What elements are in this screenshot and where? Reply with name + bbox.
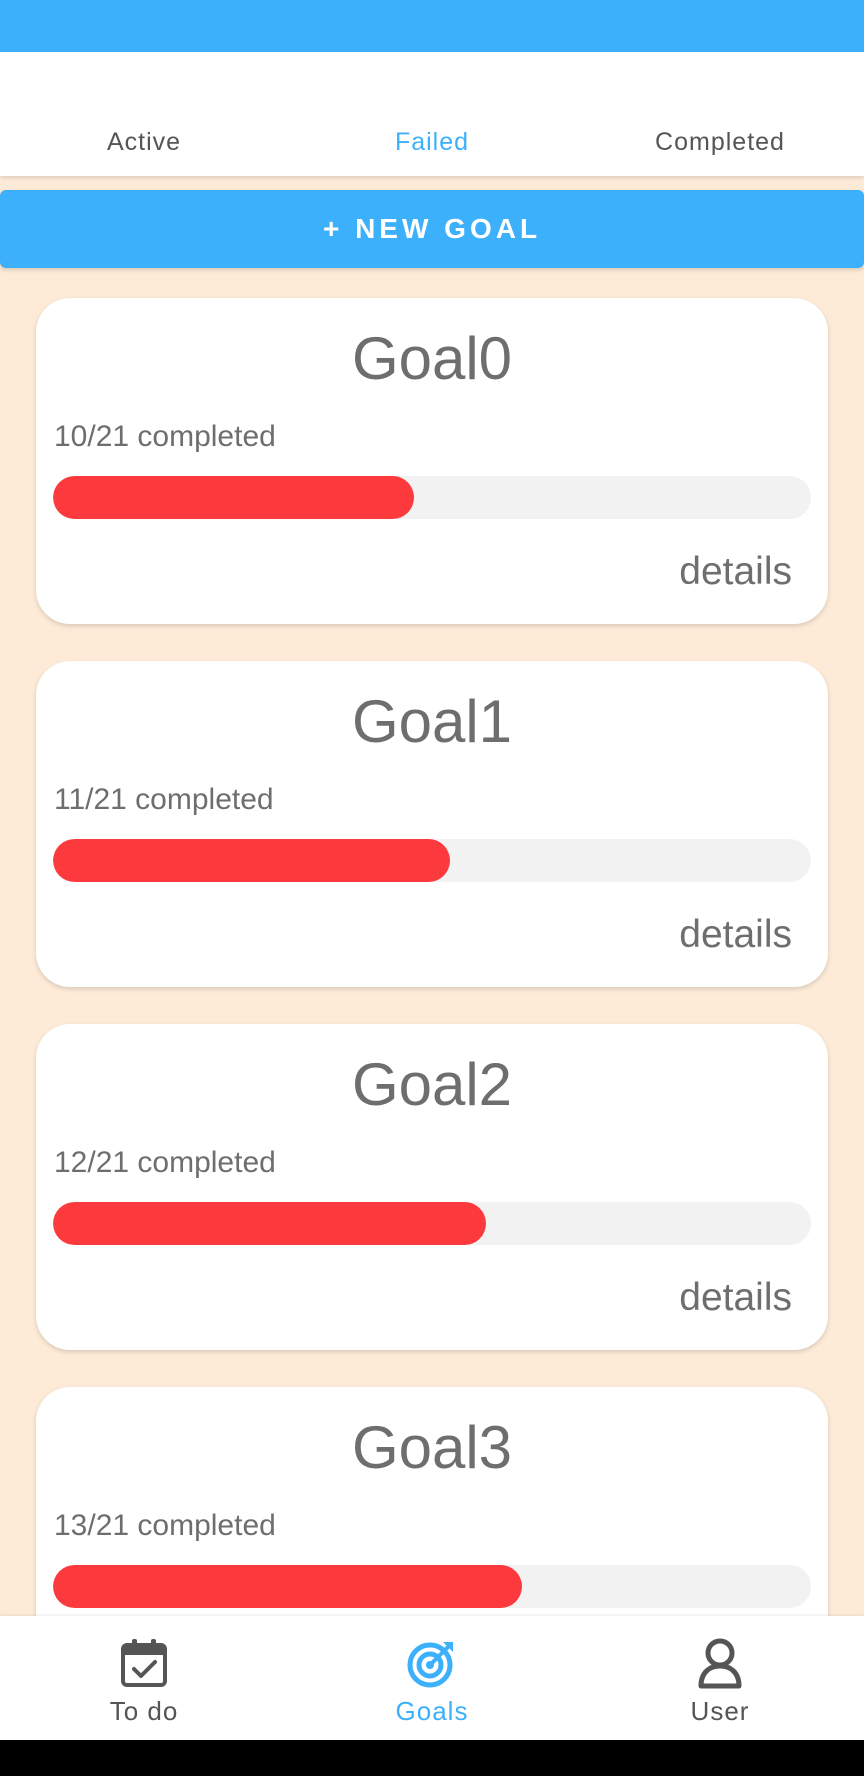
nav-label: User bbox=[690, 1696, 750, 1726]
new-goal-button[interactable]: + NEW GOAL bbox=[0, 190, 864, 268]
details-button[interactable]: details bbox=[679, 913, 792, 957]
tab-failed[interactable]: Failed bbox=[288, 128, 576, 157]
bottom-nav: To do Goals User bbox=[0, 1616, 864, 1740]
nav-user[interactable]: User bbox=[576, 1616, 864, 1740]
goal-list[interactable]: Goal0 10/21 completed details Goal1 11/2… bbox=[0, 268, 864, 1616]
progress-bar bbox=[53, 476, 811, 519]
goal-title: Goal0 bbox=[351, 325, 513, 392]
details-button[interactable]: details bbox=[679, 1276, 792, 1320]
tab-active[interactable]: Active bbox=[0, 128, 288, 157]
progress-bar bbox=[53, 1565, 811, 1608]
goal-count: 13/21 completed bbox=[54, 1509, 276, 1542]
user-icon bbox=[698, 1638, 742, 1689]
goal-card: Goal0 10/21 completed details bbox=[36, 298, 828, 624]
goal-card: Goal3 13/21 completed details bbox=[36, 1387, 828, 1616]
progress-fill bbox=[53, 839, 451, 882]
nav-todo[interactable]: To do bbox=[0, 1616, 288, 1740]
goal-card: Goal1 11/21 completed details bbox=[36, 661, 828, 987]
goal-count: 10/21 completed bbox=[54, 420, 276, 453]
goal-title: Goal3 bbox=[351, 1414, 513, 1481]
details-button[interactable]: details bbox=[679, 550, 792, 594]
goal-card: Goal2 12/21 completed details bbox=[36, 1024, 828, 1350]
progress-fill bbox=[53, 476, 414, 519]
goal-title: Goal1 bbox=[351, 688, 513, 755]
calendar-check-icon bbox=[121, 1639, 167, 1687]
progress-fill bbox=[53, 1565, 523, 1608]
target-icon bbox=[407, 1642, 453, 1688]
progress-bar bbox=[53, 1202, 811, 1245]
progress-bar bbox=[53, 839, 811, 882]
status-bar bbox=[0, 0, 864, 52]
goal-count: 12/21 completed bbox=[54, 1146, 276, 1179]
nav-goals[interactable]: Goals bbox=[288, 1616, 576, 1740]
nav-label: Goals bbox=[395, 1696, 469, 1726]
goal-title: Goal2 bbox=[351, 1051, 513, 1118]
tab-completed[interactable]: Completed bbox=[576, 128, 864, 157]
tab-header: Active Failed Completed bbox=[0, 52, 864, 176]
nav-label: To do bbox=[109, 1696, 179, 1726]
goal-count: 11/21 completed bbox=[54, 783, 274, 816]
system-navigation-bar bbox=[0, 1740, 864, 1776]
progress-fill bbox=[53, 1202, 486, 1245]
